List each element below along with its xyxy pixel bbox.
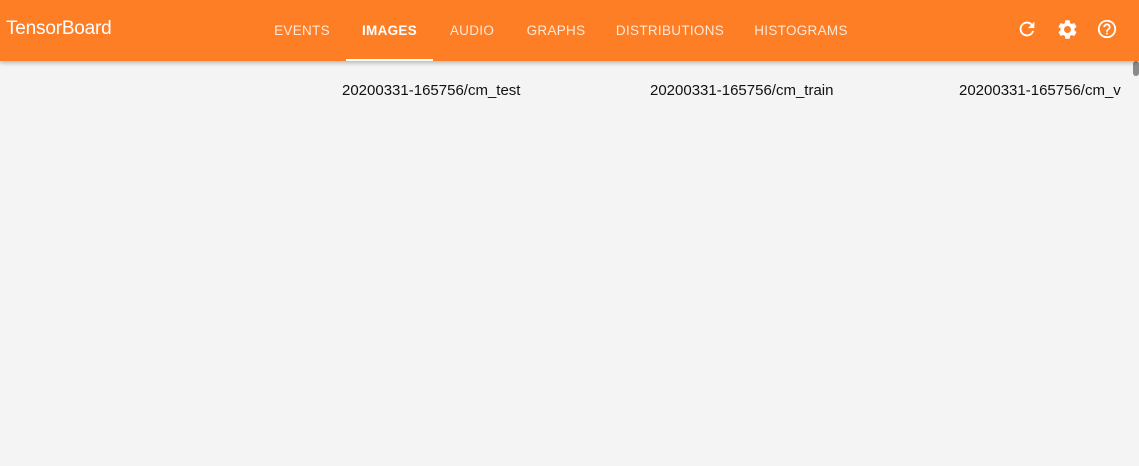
top-toolbar: TensorBoard EVENTS IMAGES AUDIO GRAPHS D… — [0, 0, 1139, 61]
tab-graphs[interactable]: GRAPHS — [526, 0, 586, 61]
tab-events[interactable]: EVENTS — [274, 0, 330, 61]
refresh-icon — [1019, 21, 1035, 37]
tab-images[interactable]: IMAGES — [346, 0, 433, 61]
tab-distributions[interactable]: DISTRIBUTIONS — [615, 0, 725, 61]
tab-label: DISTRIBUTIONS — [615, 23, 725, 38]
tab-histograms[interactable]: HISTOGRAMS — [754, 0, 848, 61]
tab-label: GRAPHS — [526, 23, 586, 38]
images-dashboard: 20200331-165756/cm_test 20200331-165756/… — [0, 61, 1139, 466]
image-card-title-cm-test: 20200331-165756/cm_test — [342, 82, 521, 99]
settings-button[interactable] — [1055, 17, 1079, 41]
tab-label: IMAGES — [361, 23, 418, 38]
settings-icon — [1058, 19, 1076, 39]
tab-label: AUDIO — [449, 23, 495, 38]
image-card-title-cm-v: 20200331-165756/cm_v — [959, 82, 1121, 99]
active-tab-indicator — [346, 59, 433, 61]
scrollbar-thumb[interactable] — [1133, 61, 1139, 76]
help-icon — [1097, 19, 1117, 39]
tab-label: HISTOGRAMS — [754, 23, 848, 38]
tab-label: EVENTS — [274, 23, 330, 38]
app-title: TensorBoard — [6, 18, 112, 39]
image-card-title-cm-train: 20200331-165756/cm_train — [650, 82, 834, 99]
help-button[interactable] — [1095, 17, 1119, 41]
refresh-button[interactable] — [1015, 17, 1039, 41]
tab-audio[interactable]: AUDIO — [449, 0, 495, 61]
